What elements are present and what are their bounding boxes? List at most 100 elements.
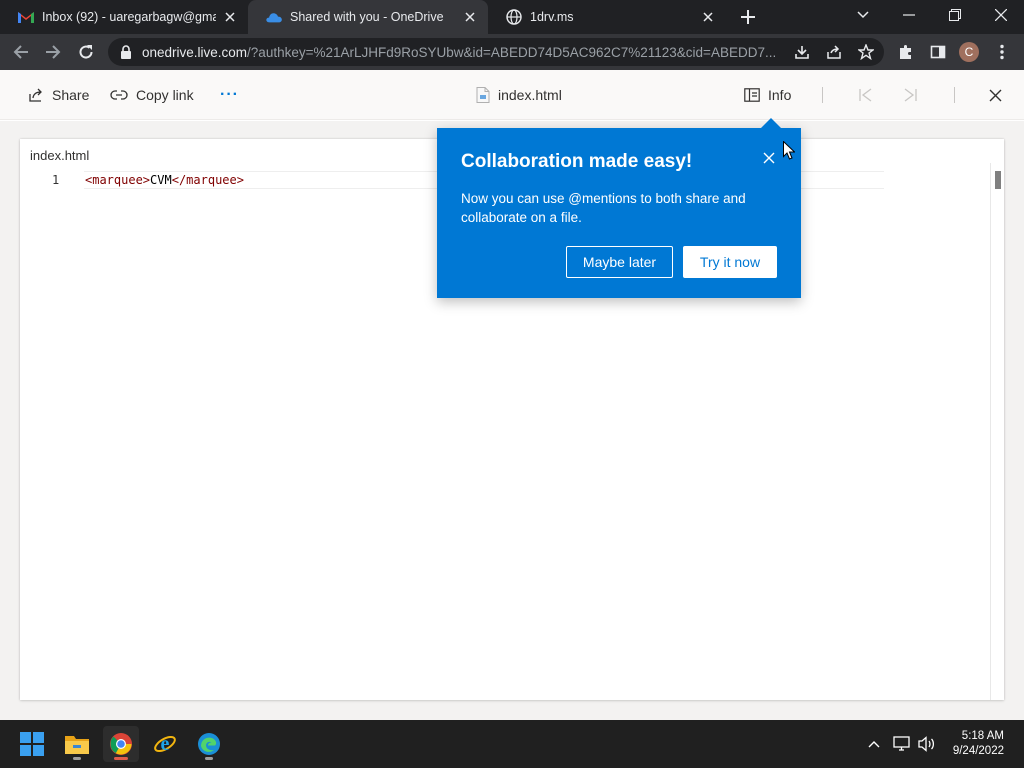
start-button[interactable] — [14, 726, 50, 762]
tab-title: Inbox (92) - uaregarbagw@gmail.com - Gma… — [42, 10, 216, 24]
url-path: /?authkey=%21ArLJHFd9RoSYUbw&id=ABEDD74D… — [247, 44, 777, 60]
skip-previous-icon — [859, 88, 872, 102]
reload-button[interactable] — [74, 40, 98, 64]
side-panel-icon — [930, 45, 946, 59]
info-label: Info — [768, 87, 792, 103]
previous-file-button[interactable] — [858, 70, 880, 120]
arrow-right-icon — [46, 45, 61, 59]
tab-1drv[interactable]: 1drv.ms — [488, 0, 726, 34]
close-window-button[interactable] — [978, 0, 1024, 30]
restore-button[interactable] — [932, 0, 978, 30]
chevron-up-icon — [868, 741, 880, 748]
teaching-bubble: Collaboration made easy! Now you can use… — [437, 118, 801, 298]
copy-link-button[interactable]: Copy link — [110, 70, 194, 120]
arrow-left-icon — [13, 45, 28, 59]
globe-icon — [506, 9, 522, 25]
plus-icon — [741, 10, 755, 24]
network-button[interactable] — [892, 734, 912, 754]
bookmark-button[interactable] — [854, 40, 878, 64]
close-icon[interactable] — [462, 9, 478, 25]
tab-search-button[interactable] — [840, 0, 886, 30]
volume-button[interactable] — [917, 734, 937, 754]
share-icon — [29, 88, 42, 102]
chevron-down-icon — [857, 11, 869, 19]
vertical-scrollbar[interactable] — [990, 163, 1004, 700]
line-number: 1 — [52, 173, 60, 187]
divider — [822, 87, 823, 103]
onedrive-command-bar: Share Copy link ··· index.html Info — [0, 70, 1024, 120]
file-icon — [476, 87, 490, 103]
gmail-icon — [18, 9, 34, 25]
forward-button[interactable] — [41, 40, 65, 64]
speaker-icon — [918, 736, 935, 752]
try-it-now-button[interactable]: Try it now — [683, 246, 777, 278]
side-panel-button[interactable] — [926, 40, 950, 64]
share-icon — [827, 45, 841, 59]
taskbar-edge[interactable] — [191, 726, 227, 762]
share-button[interactable]: Share — [28, 70, 89, 120]
reload-icon — [79, 45, 93, 59]
code-close-tag: </marquee> — [171, 173, 244, 187]
chrome-icon — [110, 733, 132, 755]
skip-next-icon — [904, 88, 917, 102]
maybe-later-button[interactable]: Maybe later — [566, 246, 673, 278]
new-tab-button[interactable] — [737, 7, 759, 27]
kebab-menu-icon — [1000, 44, 1004, 60]
bubble-close-button[interactable] — [759, 148, 779, 168]
close-viewer-button[interactable] — [989, 70, 1010, 120]
edge-icon — [198, 733, 220, 755]
info-button[interactable]: Info — [744, 70, 791, 120]
url-host: onedrive.live.com — [142, 44, 248, 60]
chrome-menu-button[interactable] — [990, 40, 1014, 64]
close-icon — [995, 9, 1007, 21]
back-button[interactable] — [9, 40, 33, 64]
system-clock[interactable]: 5:18 AM 9/24/2022 — [953, 729, 1004, 759]
viewer-file-label: index.html — [30, 148, 90, 163]
divider — [954, 87, 955, 103]
tab-gmail[interactable]: Inbox (92) - uaregarbagw@gmail.com - Gma… — [0, 0, 248, 34]
copy-link-label: Copy link — [136, 87, 194, 103]
close-icon[interactable] — [700, 9, 716, 25]
bubble-beak — [761, 118, 781, 128]
restore-icon — [949, 9, 961, 21]
tray-overflow-button[interactable] — [864, 734, 884, 754]
code-open-tag: <marquee> — [85, 173, 151, 187]
next-file-button[interactable] — [904, 70, 926, 120]
lock-icon — [121, 45, 131, 59]
bubble-body: Now you can use @mentions to both share … — [461, 191, 746, 225]
close-icon[interactable] — [222, 9, 238, 25]
close-icon — [989, 89, 1002, 101]
profile-avatar[interactable]: C — [959, 42, 979, 62]
scrollbar-thumb[interactable] — [995, 171, 1001, 189]
taskbar-chrome[interactable] — [103, 726, 139, 762]
taskbar-file-explorer[interactable] — [59, 726, 95, 762]
network-icon — [893, 736, 910, 751]
browser-tab-strip: Inbox (92) - uaregarbagw@gmail.com - Gma… — [0, 0, 1024, 34]
svg-text:e: e — [161, 733, 170, 755]
file-name: index.html — [498, 87, 562, 103]
address-bar[interactable]: onedrive.live.com/?authkey=%21ArLJHFd9Ro… — [108, 38, 884, 66]
code-text: CVM — [150, 173, 172, 187]
mouse-cursor-icon — [783, 141, 795, 160]
more-options-button[interactable]: ··· — [220, 70, 239, 120]
active-indicator — [114, 757, 128, 760]
clock-time: 5:18 AM — [961, 730, 1004, 742]
install-app-button[interactable] — [790, 40, 814, 64]
download-icon — [795, 46, 809, 59]
more-icon: ··· — [220, 86, 239, 103]
minimize-button[interactable] — [886, 0, 932, 30]
close-icon — [763, 152, 775, 164]
tab-onedrive[interactable]: Shared with you - OneDrive — [248, 0, 488, 34]
taskbar-internet-explorer[interactable]: e — [147, 726, 183, 762]
windows-taskbar: e 5:18 AM 9/24/2022 — [0, 720, 1024, 768]
file-explorer-icon — [65, 736, 89, 754]
tab-title: 1drv.ms — [530, 10, 574, 24]
internet-explorer-icon: e — [154, 733, 176, 755]
extensions-button[interactable] — [894, 40, 918, 64]
clock-date: 9/24/2022 — [952, 745, 1004, 757]
star-icon — [858, 44, 874, 60]
running-indicator — [205, 757, 213, 760]
browser-toolbar: onedrive.live.com/?authkey=%21ArLJHFd9Ro… — [0, 34, 1024, 70]
windows-start-icon — [20, 732, 44, 756]
share-page-button[interactable] — [822, 40, 846, 64]
